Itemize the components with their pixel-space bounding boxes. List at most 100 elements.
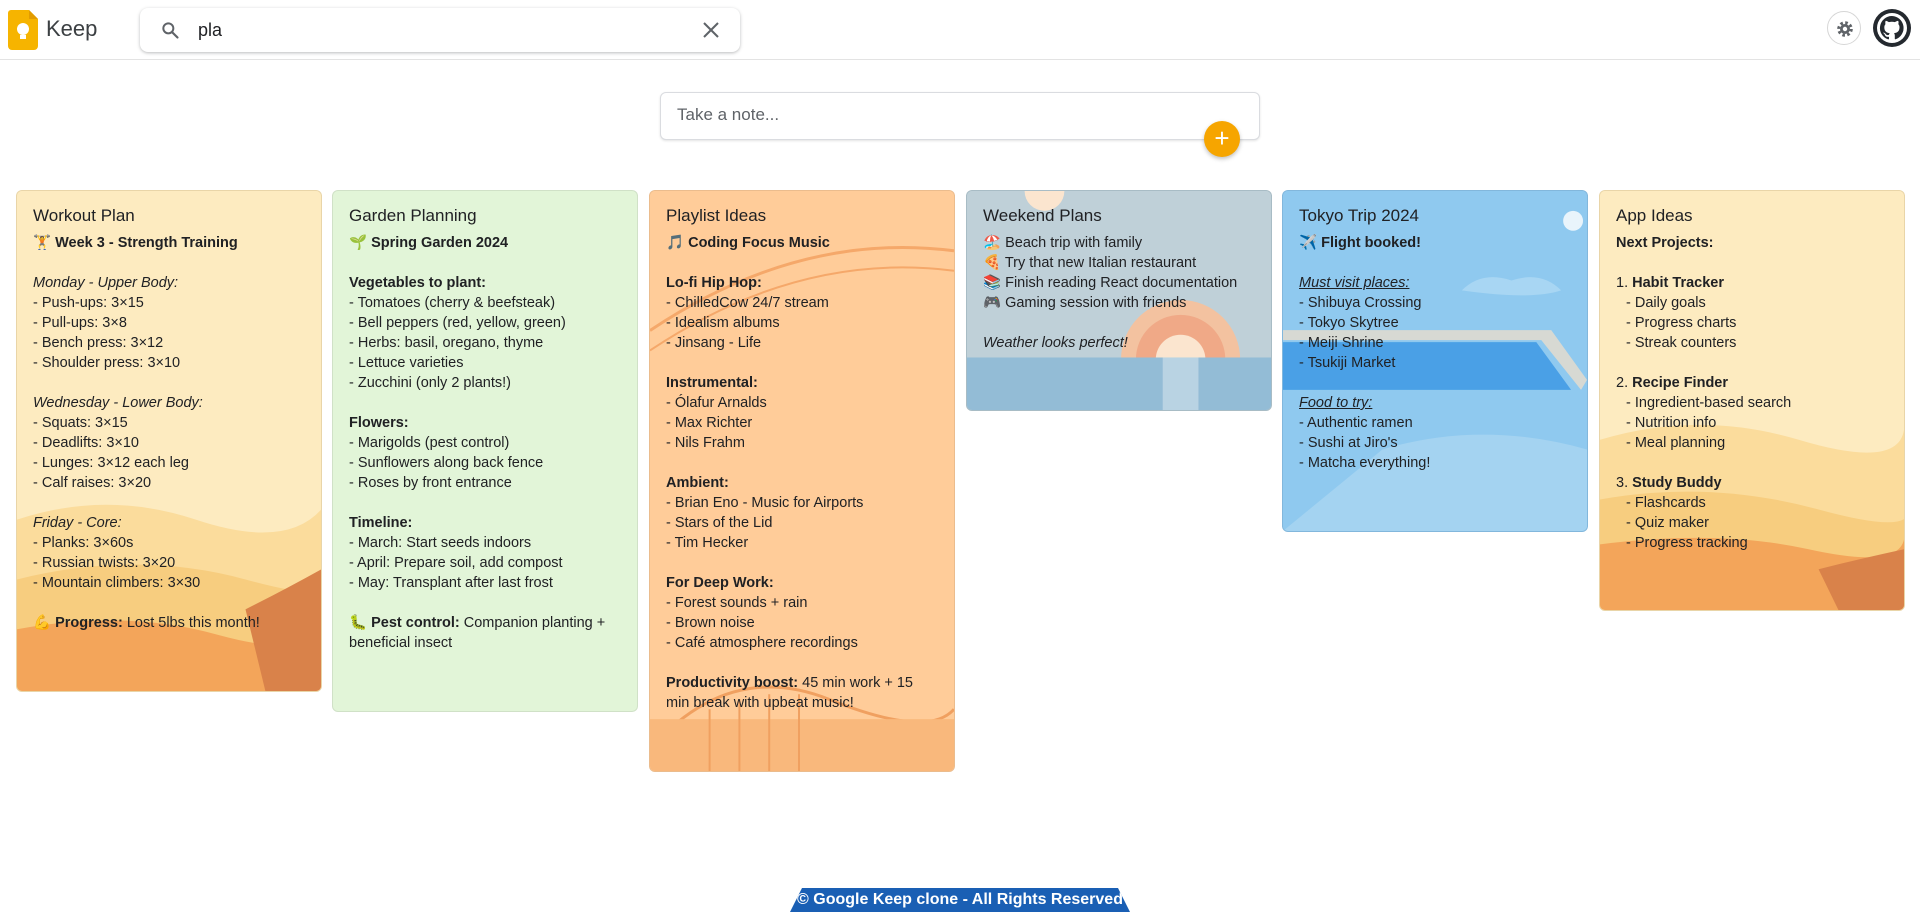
note-line: Coding Focus Music	[688, 235, 830, 251]
note-line: - Max Richter	[666, 415, 753, 431]
note-line: - Push-ups: 3×15	[33, 295, 144, 311]
note-line: - Shibuya Crossing	[1299, 295, 1422, 311]
note-line: - Brian Eno - Music for Airports	[666, 495, 864, 511]
note-line: - March: Start seeds indoors	[349, 535, 532, 551]
note-card[interactable]: App Ideas Next Projects: 1. Habit Tracke…	[1599, 190, 1905, 611]
note-line: - Herbs: basil, oregano, thyme	[349, 335, 544, 351]
github-button[interactable]	[1873, 9, 1911, 47]
note-line: - Meal planning	[1626, 435, 1726, 451]
note-line: Study Buddy	[1632, 475, 1722, 491]
note-line-label: Pest control:	[371, 615, 460, 631]
note-title: Workout Plan	[33, 206, 135, 225]
note-title: Playlist Ideas	[666, 206, 767, 225]
take-note-input[interactable]	[677, 105, 1217, 125]
note-line: Weather looks perfect!	[983, 335, 1128, 351]
note-line: - Brown noise	[666, 615, 755, 631]
note-line: - Shoulder press: 3×10	[33, 355, 181, 371]
note-line: - Meiji Shrine	[1299, 335, 1384, 351]
note-line: - Marigolds (pest control)	[349, 435, 510, 451]
note-line: Habit Tracker	[1632, 275, 1725, 291]
note-title: Garden Planning	[349, 206, 477, 225]
note-line: - Calf raises: 3×20	[33, 475, 152, 491]
emoji: 🐛	[349, 615, 372, 631]
close-icon[interactable]	[702, 21, 720, 39]
emoji: 🏋️	[33, 235, 56, 251]
note-line: Week 3 - Strength Training	[55, 235, 238, 251]
note-line: - Mountain climbers: 3×30	[33, 575, 201, 591]
note-line: - Streak counters	[1626, 335, 1737, 351]
add-note-button[interactable]: +	[1204, 121, 1240, 157]
note-line: Friday - Core:	[33, 515, 122, 531]
note-line: Finish reading React documentation	[1005, 275, 1238, 291]
note-line: - Nutrition info	[1626, 415, 1717, 431]
note-line: - Forest sounds + rain	[666, 595, 808, 611]
note-title: Tokyo Trip 2024	[1299, 206, 1420, 225]
emoji: 💪	[33, 615, 56, 631]
note-line: - Stars of the Lid	[666, 515, 773, 531]
note-line: - Idealism albums	[666, 315, 780, 331]
note-line: For Deep Work:	[666, 575, 774, 591]
note-line: - Nils Frahm	[666, 435, 745, 451]
note-line: - ChilledCow 24/7 stream	[666, 295, 829, 311]
note-line: - Authentic ramen	[1299, 415, 1413, 431]
emoji: ✈️	[1299, 235, 1322, 251]
search-input[interactable]	[198, 18, 678, 42]
take-note-bar[interactable]	[660, 92, 1260, 140]
note-line: - Zucchini (only 2 plants!)	[349, 375, 511, 391]
note-line: Ambient:	[666, 475, 729, 491]
emoji: 🍕	[983, 255, 1005, 271]
note-line: Vegetables to plant:	[349, 275, 486, 291]
note-line: - Russian twists: 3×20	[33, 555, 176, 571]
note-line: - Jinsang - Life	[666, 335, 762, 351]
keep-logo-icon[interactable]	[8, 10, 38, 50]
note-line: - Bench press: 3×12	[33, 335, 164, 351]
note-line: - Roses by front entrance	[349, 475, 512, 491]
note-line: Try that new Italian restaurant	[1004, 255, 1197, 271]
github-icon	[1877, 13, 1907, 43]
app-header: Keep	[0, 0, 1920, 60]
note-line: - Tsukiji Market	[1299, 355, 1396, 371]
note-line: Timeline:	[349, 515, 413, 531]
note-line: - Ingredient-based search	[1626, 395, 1792, 411]
note-line-label: Productivity boost:	[666, 675, 799, 691]
note-card[interactable]: Workout Plan 🏋️ Week 3 - Strength Traini…	[16, 190, 322, 692]
note-line: - Flashcards	[1626, 495, 1706, 511]
note-line: - Progress charts	[1626, 315, 1737, 331]
note-line: - Pull-ups: 3×8	[33, 315, 127, 331]
list-number: 3.	[1616, 475, 1633, 491]
note-line: - Bell peppers (red, yellow, green)	[349, 315, 566, 331]
note-line: - Café atmosphere recordings	[666, 635, 858, 651]
emoji: 🎵	[666, 235, 689, 251]
note-line: Spring Garden 2024	[371, 235, 509, 251]
search-icon[interactable]	[160, 20, 180, 40]
note-line: Next Projects:	[1616, 235, 1714, 251]
note-line: - Tokyo Skytree	[1299, 315, 1399, 331]
note-line: - Progress tracking	[1626, 535, 1748, 551]
note-line: - Matcha everything!	[1299, 455, 1431, 471]
note-line: - Squats: 3×15	[33, 415, 128, 431]
note-line: Recipe Finder	[1632, 375, 1729, 391]
note-line: - April: Prepare soil, add compost	[349, 555, 563, 571]
note-line: Lo-fi Hip Hop:	[666, 275, 762, 291]
note-line: - May: Transplant after last frost	[349, 575, 553, 591]
note-line: Flowers:	[349, 415, 409, 431]
note-card[interactable]: Playlist Ideas 🎵 Coding Focus Music Lo-f…	[649, 190, 955, 772]
note-title: Weekend Plans	[983, 206, 1102, 225]
note-line: Monday - Upper Body:	[33, 275, 179, 291]
emoji: 📚	[983, 275, 1006, 291]
note-line: - Daily goals	[1626, 295, 1706, 311]
note-line: - Lunges: 3×12 each leg	[33, 455, 189, 471]
settings-button[interactable]	[1827, 11, 1861, 45]
footer-copyright: © Google Keep clone - All Rights Reserve…	[790, 888, 1130, 912]
search-bar	[140, 8, 740, 52]
note-card[interactable]: Weekend Plans 🏖️ Beach trip with family …	[966, 190, 1272, 411]
list-number: 2.	[1616, 375, 1633, 391]
gear-icon	[1837, 21, 1853, 37]
app-title: Keep	[46, 16, 98, 41]
note-line: Food to try:	[1299, 395, 1373, 411]
note-line: - Deadlifts: 3×10	[33, 435, 139, 451]
note-card[interactable]: Garden Planning 🌱 Spring Garden 2024 Veg…	[332, 190, 638, 712]
note-line: - Quiz maker	[1626, 515, 1709, 531]
note-line: Wednesday - Lower Body:	[33, 395, 203, 411]
note-card[interactable]: Tokyo Trip 2024 ✈️ Flight booked! Must v…	[1282, 190, 1588, 532]
